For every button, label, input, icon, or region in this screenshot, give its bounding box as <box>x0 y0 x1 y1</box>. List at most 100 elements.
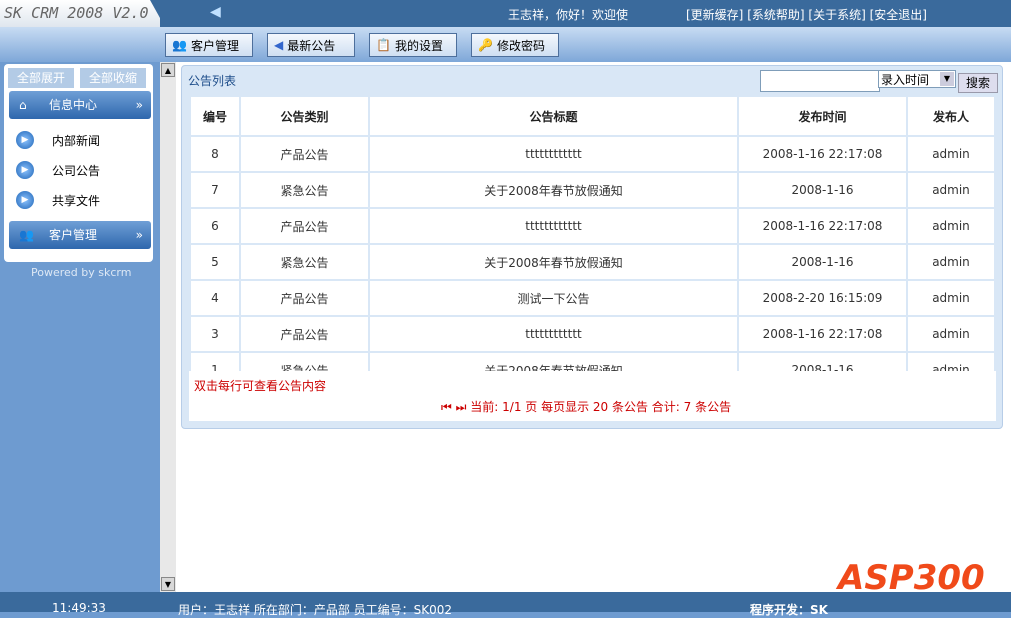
logout-link[interactable]: [安全退出] <box>870 8 927 22</box>
table-cell: tttttttttttt <box>368 207 739 245</box>
value: 录入时间 <box>881 73 930 87</box>
header-links: [更新缓存] [系统帮助] [关于系统] [安全退出] <box>686 6 927 23</box>
table-cell: 7 <box>189 171 241 209</box>
welcome-text: 王志祥，你好！欢迎使 <box>508 8 629 22</box>
speaker-icon[interactable]: ◀ <box>210 4 221 20</box>
label: 最新公告 <box>287 38 336 53</box>
table-cell: admin <box>906 315 996 353</box>
table-cell: 2008-1-16 22:17:08 <box>737 135 908 173</box>
table-cell: 2008-1-16 <box>737 171 908 209</box>
table-footer: 双击每行可查看公告内容 ⏮ ⏭ 当前: 1/1 页 每页显示 20 条公告 合计… <box>189 371 996 421</box>
column-header: 编号 <box>189 95 241 137</box>
table-row[interactable]: 8 产品公告 tttttttttttt 2008-1-16 22:17:08 admin <box>189 135 996 173</box>
table-cell: 测试一下公告 <box>368 279 739 317</box>
powered-by: Powered by skcrm <box>31 266 132 279</box>
label: 修改密码 <box>496 38 545 53</box>
table-cell: 2008-1-16 22:17:08 <box>737 207 908 245</box>
developer-info: 程序开发：SK <box>750 603 828 617</box>
sidebar-item-news[interactable]: ▶ 内部新闻 <box>16 131 100 149</box>
customer-mgmt-button[interactable]: 👥 客户管理 <box>165 33 253 57</box>
hint-text: 双击每行可查看公告内容 <box>194 379 327 393</box>
table-cell: admin <box>906 243 996 281</box>
watermark-logo: ASP300 <box>838 558 985 598</box>
table-cell: 紧急公告 <box>239 171 370 209</box>
refresh-cache-link[interactable]: [更新缓存] <box>686 8 743 22</box>
table-cell: admin <box>906 171 996 209</box>
sidebar-item-notices[interactable]: ▶ 公司公告 <box>16 161 100 179</box>
label: 客户管理 <box>49 228 98 242</box>
users-icon: 👥 <box>172 38 187 52</box>
sidebar-item-files[interactable]: ▶ 共享文件 <box>16 191 100 209</box>
panel-title: 公告列表 <box>188 74 237 88</box>
section-customer[interactable]: 👥 客户管理 » <box>9 221 151 249</box>
chevron-down-icon: ▼ <box>940 72 954 86</box>
scrollbar[interactable]: ▲ ▼ <box>160 62 176 592</box>
table-cell: 产品公告 <box>239 315 370 353</box>
column-header: 发布时间 <box>737 95 908 137</box>
first-page-icon[interactable]: ⏮ <box>441 400 452 414</box>
table-row[interactable]: 3 产品公告 tttttttttttt 2008-1-16 22:17:08 admin <box>189 315 996 353</box>
last-page-icon[interactable]: ⏭ <box>456 400 467 414</box>
latest-notice-button[interactable]: ◀ 最新公告 <box>267 33 355 57</box>
app-logo: SK CRM 2008 V2.0 <box>0 0 160 27</box>
pager-text: 当前: 1/1 页 每页显示 20 条公告 合计: 7 条公告 <box>470 400 732 414</box>
clipboard-icon: 📋 <box>376 38 391 52</box>
table-cell: 6 <box>189 207 241 245</box>
scroll-up-icon[interactable]: ▲ <box>161 63 175 77</box>
pager: ⏮ ⏭ 当前: 1/1 页 每页显示 20 条公告 合计: 7 条公告 <box>441 398 731 415</box>
table-cell: 产品公告 <box>239 207 370 245</box>
table-cell: 紧急公告 <box>239 243 370 281</box>
chevron-icon: » <box>135 228 143 242</box>
key-icon: 🔑 <box>478 38 493 52</box>
column-header: 公告类别 <box>239 95 370 137</box>
speaker-icon: ◀ <box>274 38 284 52</box>
table-row[interactable]: 7 紧急公告 关于2008年春节放假通知 2008-1-16 admin <box>189 171 996 209</box>
table-row[interactable]: 6 产品公告 tttttttttttt 2008-1-16 22:17:08 admin <box>189 207 996 245</box>
label: 共享文件 <box>52 193 101 208</box>
table-cell: 产品公告 <box>239 279 370 317</box>
label: 客户管理 <box>190 38 239 53</box>
table-row[interactable]: 4 产品公告 测试一下公告 2008-2-20 16:15:09 admin <box>189 279 996 317</box>
expand-all-button[interactable]: 全部展开 <box>8 68 74 88</box>
change-password-button[interactable]: 🔑 修改密码 <box>471 33 559 57</box>
collapse-all-button[interactable]: 全部收缩 <box>80 68 146 88</box>
sort-select[interactable]: 录入时间 ▼ <box>878 70 956 88</box>
scroll-down-icon[interactable]: ▼ <box>161 577 175 591</box>
search-button[interactable]: 搜索 <box>958 73 998 93</box>
home-icon: ⌂ <box>19 98 27 112</box>
my-settings-button[interactable]: 📋 我的设置 <box>369 33 457 57</box>
sidebar: 全部展开 全部收缩 ⌂ 信息中心 » ▶ 内部新闻 ▶ 公司公告 ▶ 共享文件 👥 客户管理… <box>4 64 153 262</box>
column-header: 公告标题 <box>368 95 739 137</box>
column-header: 发布人 <box>906 95 996 137</box>
label: 公司公告 <box>52 163 101 178</box>
table-cell: 2008-1-16 22:17:08 <box>737 315 908 353</box>
table-cell: 关于2008年春节放假通知 <box>368 243 739 281</box>
label: 信息中心 <box>49 98 98 112</box>
table-cell: admin <box>906 207 996 245</box>
table-cell: 2008-2-20 16:15:09 <box>737 279 908 317</box>
play-icon: ▶ <box>16 191 34 209</box>
label: 我的设置 <box>394 38 443 53</box>
section-info-center[interactable]: ⌂ 信息中心 » <box>9 91 151 119</box>
main-content: 公告列表 录入时间 ▼ 搜索 编号 公告类别 公告标题 发布时间 发布人 8 产品公告 tttt… <box>176 62 1011 592</box>
play-icon: ▶ <box>16 131 34 149</box>
table-cell: 8 <box>189 135 241 173</box>
chevron-icon: » <box>135 98 143 112</box>
table-cell: tttttttttttt <box>368 315 739 353</box>
table-cell: tttttttttttt <box>368 135 739 173</box>
notice-panel: 公告列表 录入时间 ▼ 搜索 编号 公告类别 公告标题 发布时间 发布人 8 产品公告 tttt… <box>181 65 1003 429</box>
table-cell: 3 <box>189 315 241 353</box>
table-row[interactable]: 5 紧急公告 关于2008年春节放假通知 2008-1-16 admin <box>189 243 996 281</box>
about-link[interactable]: [关于系统] <box>808 8 865 22</box>
play-icon: ▶ <box>16 161 34 179</box>
table-cell: 关于2008年春节放假通知 <box>368 171 739 209</box>
users-icon: 👥 <box>19 228 34 242</box>
notice-table: 编号 公告类别 公告标题 发布时间 发布人 8 产品公告 tttttttttttt 2008-1… <box>189 95 996 389</box>
table-cell: admin <box>906 135 996 173</box>
help-link[interactable]: [系统帮助] <box>747 8 804 22</box>
user-info: 用户：王志祥 所在部门：产品部 员工编号：SK002 <box>178 603 453 617</box>
table-cell: 4 <box>189 279 241 317</box>
table-cell: 5 <box>189 243 241 281</box>
table-cell: 2008-1-16 <box>737 243 908 281</box>
search-input[interactable] <box>760 70 880 92</box>
